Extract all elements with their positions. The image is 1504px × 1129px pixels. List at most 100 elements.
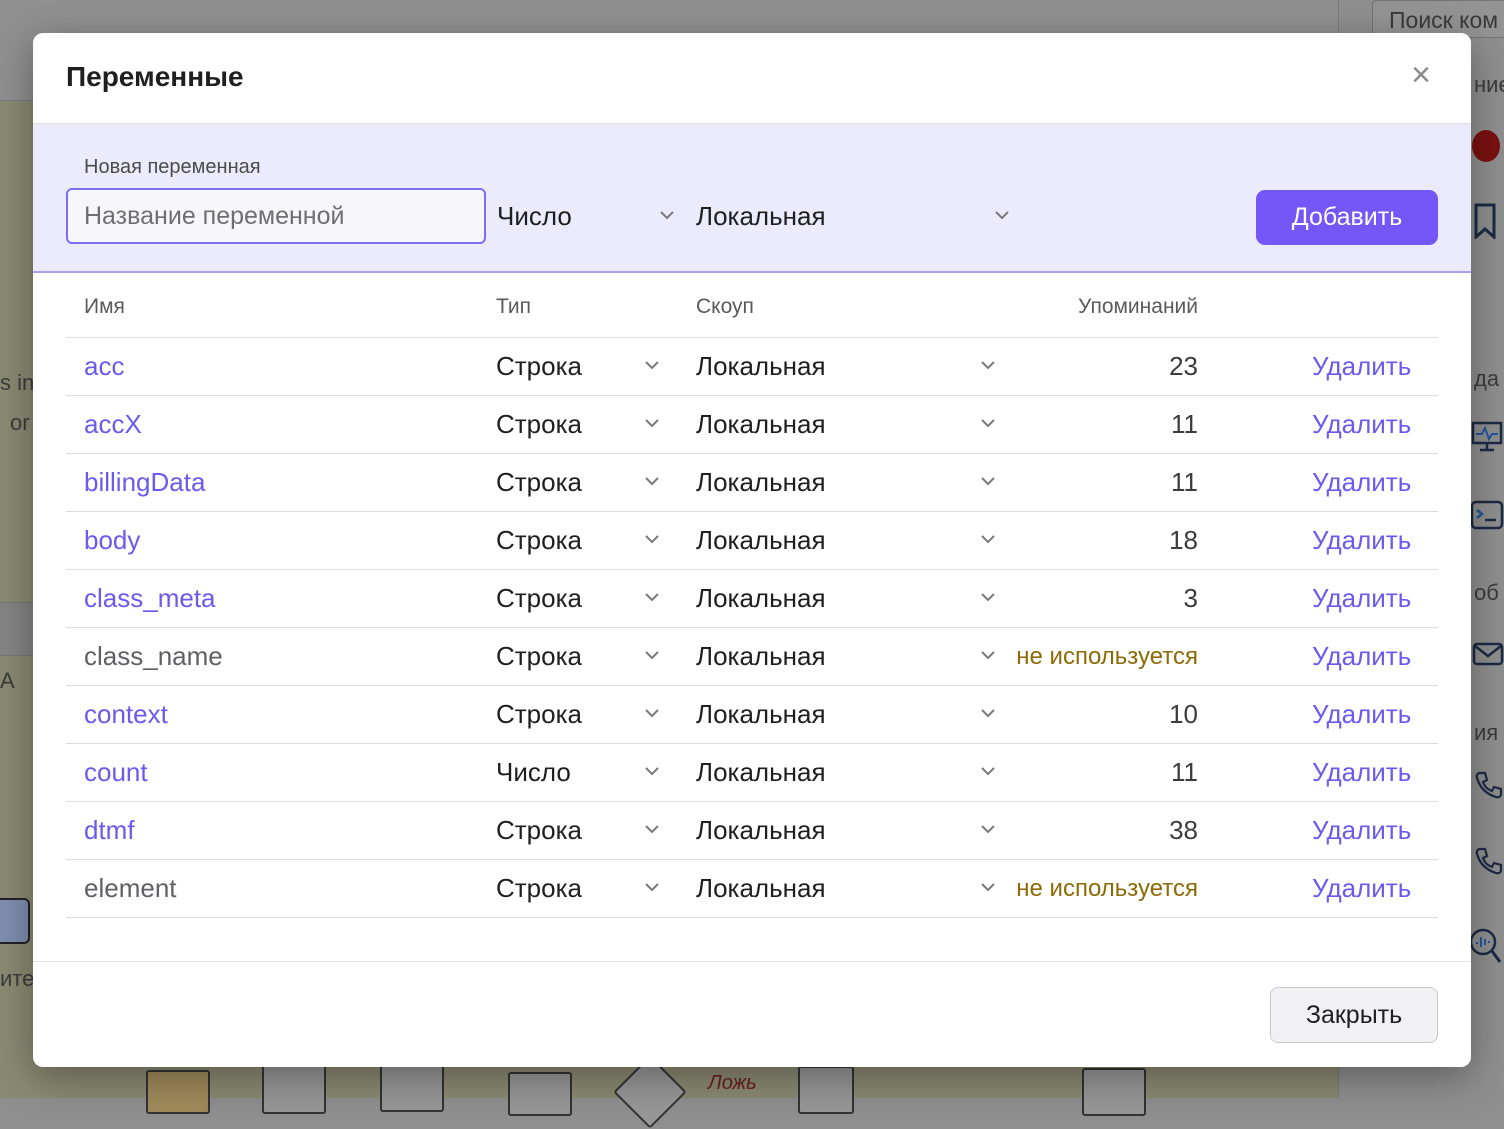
chevron-down-icon[interactable] [644, 881, 659, 895]
close-icon[interactable]: × [1405, 58, 1437, 92]
delete-variable-link[interactable]: Удалить [1312, 583, 1411, 614]
table-row: accX Строка Локальная 11 Удалить [66, 396, 1438, 454]
chevron-down-icon[interactable] [980, 591, 995, 605]
delete-variable-link[interactable]: Удалить [1312, 351, 1411, 382]
new-variable-type-select[interactable]: Число [497, 188, 681, 244]
chevron-down-icon[interactable] [980, 649, 995, 663]
mentions-count: 3 [1183, 583, 1198, 613]
new-variable-panel: Новая переменная Число Локальная Добавит… [33, 124, 1471, 273]
variable-type-select[interactable]: Строка [496, 873, 582, 904]
table-row: acc Строка Локальная 23 Удалить [66, 338, 1438, 396]
variable-scope-select[interactable]: Локальная [696, 699, 826, 730]
variable-name-link[interactable]: accX [84, 409, 142, 440]
variable-scope-select[interactable]: Локальная [696, 351, 826, 382]
logout-node [508, 1072, 572, 1116]
table-row: billingData Строка Локальная 11 Удалить [66, 454, 1438, 512]
variable-name-link[interactable]: class_name [84, 641, 223, 672]
mentions-count: 11 [1171, 757, 1198, 787]
chevron-down-icon[interactable] [980, 359, 995, 373]
delete-variable-link[interactable]: Удалить [1312, 467, 1411, 498]
new-variable-label: Новая переменная [84, 156, 261, 178]
variable-type-select[interactable]: Строка [496, 351, 582, 382]
chevron-down-icon[interactable] [644, 475, 659, 489]
variable-name-link[interactable]: body [84, 525, 140, 556]
chevron-down-icon[interactable] [980, 475, 995, 489]
variable-scope-select[interactable]: Локальная [696, 815, 826, 846]
chevron-down-icon[interactable] [980, 823, 995, 837]
variable-type-select[interactable]: Строка [496, 409, 582, 440]
add-variable-button[interactable]: Добавить [1256, 190, 1438, 245]
delete-variable-link[interactable]: Удалить [1312, 815, 1411, 846]
chevron-down-icon [994, 209, 1009, 223]
variable-name-link[interactable]: context [84, 699, 168, 730]
variable-type-select[interactable]: Строка [496, 641, 582, 672]
chevron-down-icon[interactable] [644, 649, 659, 663]
chevron-down-icon[interactable] [980, 765, 995, 779]
chevron-down-icon[interactable] [980, 707, 995, 721]
delete-variable-link[interactable]: Удалить [1312, 757, 1411, 788]
variable-scope-select[interactable]: Локальная [696, 467, 826, 498]
delete-variable-link[interactable]: Удалить [1312, 641, 1411, 672]
chevron-down-icon[interactable] [644, 359, 659, 373]
chevron-down-icon[interactable] [644, 765, 659, 779]
chevron-down-icon[interactable] [644, 533, 659, 547]
variable-name-link[interactable]: dtmf [84, 815, 135, 846]
background-sidebar-text: ние [1474, 72, 1504, 97]
flow-label: Ложь [708, 1072, 757, 1094]
variable-scope-select[interactable]: Локальная [696, 641, 826, 672]
variable-name-link[interactable]: billingData [84, 467, 205, 498]
variable-name-link[interactable]: class_meta [84, 583, 216, 614]
variable-scope-select[interactable]: Локальная [696, 525, 826, 556]
delete-variable-link[interactable]: Удалить [1312, 409, 1411, 440]
chevron-down-icon[interactable] [980, 881, 995, 895]
column-header-name: Имя [84, 295, 125, 318]
phone-icon [1474, 846, 1504, 881]
background-canvas-text: or [10, 410, 30, 435]
variables-table: Имя Тип Скоуп Упоминаний acc Строка Локаль… [66, 273, 1438, 918]
chevron-down-icon[interactable] [644, 823, 659, 837]
table-row: class_meta Строка Локальная 3 Удалить [66, 570, 1438, 628]
chevron-down-icon[interactable] [980, 533, 995, 547]
variable-type-select[interactable]: Число [496, 757, 571, 788]
variable-scope-select[interactable]: Локальная [696, 409, 826, 440]
variables-dialog: Переменные × Новая переменная Число Лока… [33, 33, 1471, 1067]
variable-scope-select[interactable]: Локальная [696, 757, 826, 788]
chevron-down-icon[interactable] [644, 591, 659, 605]
table-row: element Строка Локальная не используется Уда… [66, 860, 1438, 918]
mail-icon [1472, 642, 1504, 671]
column-header-scope: Скоуп [696, 295, 754, 318]
delete-variable-link[interactable]: Удалить [1312, 525, 1411, 556]
new-variable-scope-value: Локальная [696, 200, 826, 231]
play-node-icon [0, 898, 30, 944]
monitor-icon [1470, 420, 1504, 459]
bookmark-node [798, 1066, 854, 1114]
variable-type-select[interactable]: Строка [496, 815, 582, 846]
background-sidebar-text: ия [1474, 720, 1499, 745]
variable-type-select[interactable]: Строка [496, 467, 582, 498]
variable-scope-select[interactable]: Локальная [696, 873, 826, 904]
variable-name-link[interactable]: acc [84, 351, 124, 382]
variable-type-select[interactable]: Строка [496, 699, 582, 730]
background-canvas-text: s in [0, 370, 35, 395]
terminal-icon [1470, 500, 1504, 535]
new-variable-scope-select[interactable]: Локальная [696, 188, 1016, 244]
chevron-down-icon[interactable] [644, 417, 659, 431]
chevron-down-icon[interactable] [644, 707, 659, 721]
delete-variable-link[interactable]: Удалить [1312, 699, 1411, 730]
background-canvas-text: A [0, 668, 15, 693]
dialog-footer: Закрыть [33, 961, 1471, 1067]
variable-type-select[interactable]: Строка [496, 583, 582, 614]
table-body: acc Строка Локальная 23 Удалить accX Строка Лок… [66, 338, 1438, 918]
table-row: count Число Локальная 11 Удалить [66, 744, 1438, 802]
variable-name-link[interactable]: count [84, 757, 148, 788]
variable-scope-select[interactable]: Локальная [696, 583, 826, 614]
close-button[interactable]: Закрыть [1270, 987, 1438, 1043]
delete-variable-link[interactable]: Удалить [1312, 873, 1411, 904]
variable-name-input[interactable] [66, 188, 486, 244]
mentions-count: 11 [1171, 467, 1198, 497]
variable-name-link[interactable]: element [84, 873, 177, 904]
chevron-down-icon[interactable] [980, 417, 995, 431]
variable-type-select[interactable]: Строка [496, 525, 582, 556]
mentions-count: 38 [1169, 815, 1198, 845]
table-header: Имя Тип Скоуп Упоминаний [66, 273, 1438, 338]
